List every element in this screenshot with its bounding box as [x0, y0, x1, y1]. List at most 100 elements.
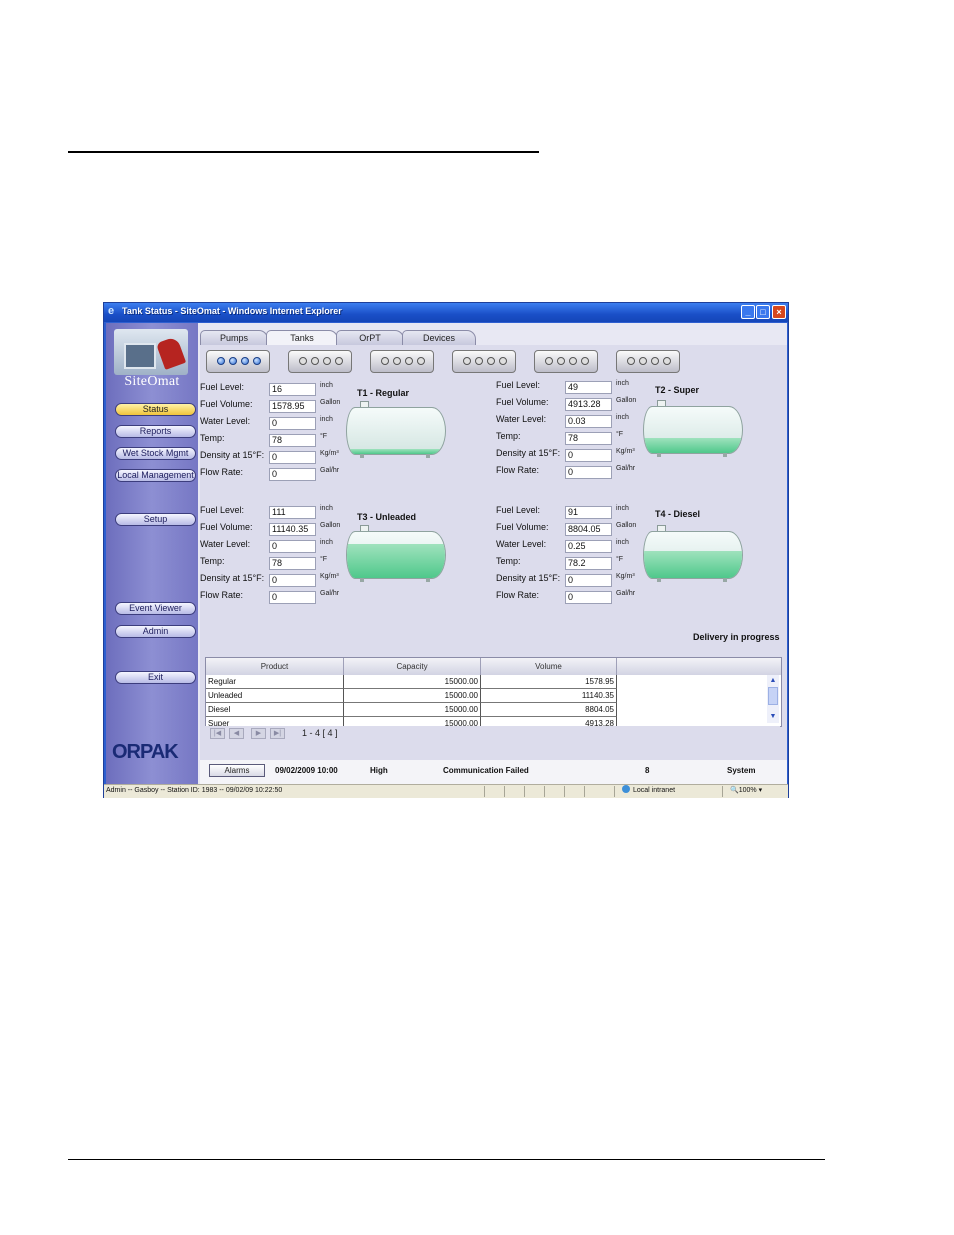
nozzle-icon	[627, 357, 635, 365]
tank-name: T4 - Diesel	[655, 509, 701, 519]
unit-water-level: inch	[320, 539, 333, 546]
tank-graphic[interactable]	[346, 525, 446, 582]
tab-tanks[interactable]: Tanks	[266, 330, 338, 346]
security-zone[interactable]: Local intranet	[622, 785, 675, 797]
field-water-level[interactable]: 0.03	[565, 415, 612, 428]
setup-button[interactable]: Setup	[115, 513, 196, 526]
nozzle-icon	[253, 357, 261, 365]
table-row[interactable]: Diesel 15000.00 8804.05	[206, 703, 764, 717]
column-header-product[interactable]: Product	[206, 658, 344, 675]
tank-fill	[644, 550, 742, 578]
field-fuel-level[interactable]: 91	[565, 506, 612, 519]
last-page-icon[interactable]: ▶|	[270, 728, 285, 739]
field-fuel-volume[interactable]: 8804.05	[565, 523, 612, 536]
dispenser-6[interactable]	[616, 350, 680, 373]
alarm-message: Communication Failed	[443, 766, 529, 775]
field-density[interactable]: 0	[565, 449, 612, 462]
field-density[interactable]: 0	[269, 451, 316, 464]
prev-page-icon[interactable]: ◀	[229, 728, 244, 739]
dispenser-4[interactable]	[452, 350, 516, 373]
dispenser-1[interactable]	[206, 350, 270, 373]
tab-pumps[interactable]: Pumps	[200, 330, 268, 345]
unit-fuel-level: inch	[320, 382, 333, 389]
table-scrollbar[interactable]: ▲ ▼	[767, 675, 779, 723]
field-temp[interactable]: 78	[269, 557, 316, 570]
scroll-up-icon[interactable]: ▲	[767, 675, 779, 686]
dispenser-2[interactable]	[288, 350, 352, 373]
ie-icon: e	[108, 305, 115, 317]
field-fuel-level[interactable]: 49	[565, 381, 612, 394]
field-water-level[interactable]: 0	[269, 540, 316, 553]
field-fuel-volume[interactable]: 11140.35	[269, 523, 316, 536]
field-flow-rate[interactable]: 0	[565, 466, 612, 479]
field-fuel-level[interactable]: 111	[269, 506, 316, 519]
alarms-button[interactable]: Alarms	[209, 764, 265, 777]
status-button[interactable]: Status	[115, 403, 196, 416]
nozzle-icon	[229, 357, 237, 365]
tank-table: Product Capacity Volume Regular 15000.00 1…	[205, 657, 782, 727]
wet-stock-button[interactable]: Wet Stock Mgmt	[115, 447, 196, 460]
table-cell: 8804.05	[481, 703, 617, 717]
exit-button[interactable]: Exit	[115, 671, 196, 684]
pager-text: 1 - 4 [ 4 ]	[302, 728, 338, 738]
field-water-level[interactable]: 0.25	[565, 540, 612, 553]
minimize-button[interactable]: _	[741, 305, 755, 319]
field-water-level[interactable]: 0	[269, 417, 316, 430]
field-temp[interactable]: 78	[269, 434, 316, 447]
dispenser-3[interactable]	[370, 350, 434, 373]
table-cell: 1578.95	[481, 675, 617, 689]
admin-button[interactable]: Admin	[115, 625, 196, 638]
tab-orpt[interactable]: OrPT	[336, 330, 404, 345]
field-label-fuel-level: Fuel Level:	[496, 505, 541, 515]
next-page-icon[interactable]: ▶	[251, 728, 266, 739]
field-temp[interactable]: 78.2	[565, 557, 612, 570]
unit-temp: °F	[320, 433, 328, 440]
field-temp[interactable]: 78	[565, 432, 612, 445]
field-flow-rate[interactable]: 0	[269, 468, 316, 481]
unit-fuel-volume: Gallon	[320, 522, 341, 529]
field-fuel-volume[interactable]: 4913.28	[565, 398, 612, 411]
column-header-volume[interactable]: Volume	[481, 658, 617, 675]
tanks-panel: Fuel Level: 16 inch Fuel Volume: 1578.95 Gall…	[200, 345, 787, 760]
table-pager: |◀ ◀ ▶ ▶| 1 - 4 [ 4 ]	[205, 726, 780, 741]
field-label-water-level: Water Level:	[200, 539, 251, 549]
field-flow-rate[interactable]: 0	[565, 591, 612, 604]
local-management-button[interactable]: Local Management	[115, 469, 196, 482]
nozzle-icon	[323, 357, 331, 365]
close-button[interactable]: ×	[772, 305, 786, 319]
table-row[interactable]: Regular 15000.00 1578.95	[206, 675, 764, 689]
zoom-control[interactable]: 🔍100% ▾	[730, 785, 762, 797]
event-viewer-button[interactable]: Event Viewer	[115, 602, 196, 615]
field-fuel-volume[interactable]: 1578.95	[269, 400, 316, 413]
unit-water-level: inch	[320, 416, 333, 423]
nozzle-icon	[663, 357, 671, 365]
nozzle-icon	[499, 357, 507, 365]
tank-shell	[643, 406, 743, 454]
dispenser-5[interactable]	[534, 350, 598, 373]
first-page-icon[interactable]: |◀	[210, 728, 225, 739]
field-label-water-level: Water Level:	[496, 414, 547, 424]
tab-devices[interactable]: Devices	[402, 330, 476, 345]
tank-graphic[interactable]	[346, 401, 446, 458]
unit-density: Kg/m³	[320, 573, 339, 580]
field-density[interactable]: 0	[269, 574, 316, 587]
sidebar: SiteOmat Status Reports Wet Stock Mgmt L…	[106, 323, 198, 784]
status-text: Admin -- Gasboy -- Station ID: 1983 -- 0…	[106, 787, 283, 794]
maximize-button[interactable]: □	[756, 305, 770, 319]
table-cell: 15000.00	[344, 689, 481, 703]
scroll-down-icon[interactable]: ▼	[767, 711, 779, 722]
reports-button[interactable]: Reports	[115, 425, 196, 438]
table-row[interactable]: Unleaded 15000.00 11140.35	[206, 689, 764, 703]
tank-name: T1 - Regular	[357, 388, 410, 398]
column-header-capacity[interactable]: Capacity	[344, 658, 481, 675]
field-flow-rate[interactable]: 0	[269, 591, 316, 604]
field-label-temp: Temp:	[496, 556, 521, 566]
tank-graphic[interactable]	[643, 525, 743, 582]
browser-window: e Tank Status - SiteOmat - Windows Inter…	[103, 302, 789, 798]
field-density[interactable]: 0	[565, 574, 612, 587]
nozzle-icon	[545, 357, 553, 365]
field-fuel-level[interactable]: 16	[269, 383, 316, 396]
scroll-thumb[interactable]	[768, 687, 778, 705]
tank-graphic[interactable]	[643, 400, 743, 457]
unit-temp: °F	[616, 556, 624, 563]
